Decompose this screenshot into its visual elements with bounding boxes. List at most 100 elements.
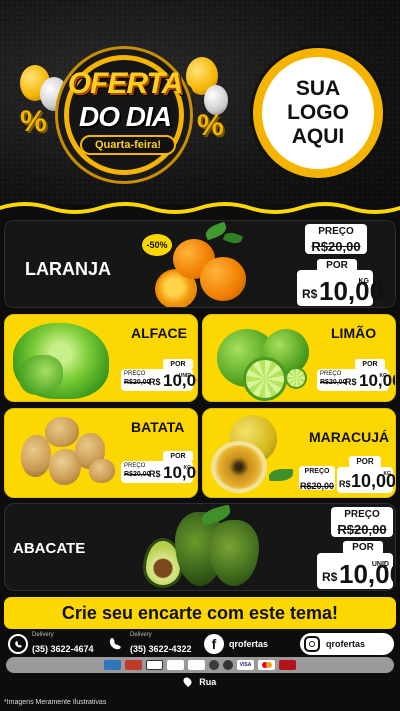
instagram-icon	[304, 636, 320, 652]
facebook-handle: qrofertas	[229, 638, 269, 649]
old-price-value: R$20,00	[337, 522, 387, 537]
product-card-maracuja[interactable]: MARACUJÁ PREÇO R$20,00 POR R$ 10,00 KG	[202, 408, 396, 498]
payment-methods-bar: VISA	[6, 657, 394, 673]
old-price-label: PREÇO	[344, 509, 380, 520]
offer-badge: % % OFERTA DO DIA Quarta-feira!	[14, 45, 229, 185]
whatsapp-number: (35) 3622-4674	[32, 643, 94, 654]
leaf-image	[269, 469, 293, 481]
old-price-value: R$20,00	[124, 471, 151, 478]
price-value: 10,00	[359, 371, 395, 390]
visa-icon: VISA	[237, 660, 254, 670]
phone-icon	[106, 634, 126, 654]
location-pin-icon	[181, 675, 193, 688]
price-unit: KG	[379, 373, 388, 379]
phone-number: (35) 3622-4322	[130, 643, 192, 654]
percent-icon: %	[197, 109, 224, 142]
old-price-box: PREÇO R$20,00	[331, 507, 393, 537]
whatsapp-icon	[8, 634, 28, 654]
phone-contact[interactable]: Delivery (35) 3622-4322	[106, 632, 192, 656]
price-value: 10,00	[163, 463, 197, 482]
hipercard-icon	[279, 660, 296, 670]
old-price-box: PREÇO R$20,00	[299, 466, 335, 491]
price-value: 10,00	[319, 276, 385, 306]
potato-image	[89, 459, 115, 483]
logo-text-line: LOGO	[287, 101, 349, 124]
delivery-label: Delivery	[32, 631, 54, 638]
product-name: MARACUJÁ	[309, 429, 390, 445]
percent-icon: %	[20, 105, 47, 138]
old-price-value: R$20,00	[124, 379, 151, 386]
instagram-handle: qrofertas	[326, 639, 366, 649]
ticket-icon	[188, 660, 205, 670]
price-box: PREÇO R$20,00 R$ 10,00 UNID	[121, 369, 197, 391]
disclaimer: *Imagens Meramente Ilustrativas	[4, 699, 107, 706]
price-currency: R$	[302, 287, 318, 301]
badge-day-ribbon: Quarta-feira!	[80, 135, 176, 155]
lime-slice-image	[243, 357, 287, 401]
promo-banner[interactable]: Crie seu encarte com este tema!	[4, 597, 396, 629]
price-unit: UNID	[178, 373, 191, 379]
product-card-limao[interactable]: LIMÃO POR PREÇO R$20,00 R$ 10,00 KG	[202, 314, 396, 402]
facebook-contact[interactable]: f qrofertas	[204, 632, 268, 656]
mastercard-icon	[258, 660, 275, 670]
old-price-box: PREÇO R$20,00	[124, 463, 150, 479]
lime-slice-image	[285, 367, 307, 389]
elo-icon	[125, 660, 142, 670]
old-price-box: PREÇO R$20,00	[320, 371, 346, 387]
old-price-value: R$20,00	[299, 481, 335, 491]
price-currency: R$	[345, 377, 357, 387]
price-unit: KG	[183, 465, 192, 471]
old-price-label: PREÇO	[124, 371, 146, 377]
price-box: PREÇO R$20,00 R$ 10,00 KG	[121, 461, 197, 483]
badge-title-do-dia: DO DIA	[79, 101, 172, 132]
leaf-image	[222, 230, 244, 246]
product-card-alface[interactable]: ALFACE POR PREÇO R$20,00 R$ 10,00 UNID	[4, 314, 198, 402]
product-card-laranja[interactable]: LARANJA -50% PREÇO R$20,00 POR R$ 10,00 …	[4, 220, 396, 308]
price-box: R$ 10,00 KG	[297, 270, 384, 306]
pix-icon	[167, 660, 184, 670]
logo-text-line: AQUI	[291, 125, 345, 148]
old-price-box: PREÇO R$20,00	[305, 224, 367, 254]
product-card-abacate[interactable]: ABACATE PREÇO R$20,00 POR R$ 10,00 UNID	[4, 503, 396, 591]
product-name: LIMÃO	[331, 325, 377, 341]
price-unit: UNID	[371, 561, 389, 568]
product-name: BATATA	[131, 419, 185, 435]
food-voucher-icon	[223, 660, 233, 670]
badge-title-oferta: OFERTA	[67, 67, 184, 100]
avocado-image	[209, 520, 259, 586]
lettuce-leaf-image	[19, 355, 63, 395]
old-price-label: PREÇO	[320, 371, 342, 377]
facebook-icon: f	[204, 634, 224, 654]
address-text: Rua	[199, 677, 217, 687]
address[interactable]: Rua	[0, 675, 400, 688]
old-price-value: R$20,00	[311, 239, 361, 254]
boleto-icon	[146, 660, 163, 670]
old-price-box: PREÇO R$20,00	[124, 371, 150, 387]
discount-badge: -50%	[142, 234, 172, 256]
product-card-batata[interactable]: BATATA POR PREÇO R$20,00 R$ 10,00 KG	[4, 408, 198, 498]
product-name: ALFACE	[131, 325, 187, 341]
logo-placeholder[interactable]: SUA LOGO AQUI	[253, 48, 383, 178]
header-wave	[0, 202, 400, 220]
instagram-contact[interactable]: qrofertas	[300, 633, 394, 655]
price-box: R$ 10,00 KG	[337, 467, 395, 493]
price-box: PREÇO R$20,00 R$ 10,00 KG	[317, 369, 395, 391]
price-currency: R$	[339, 479, 351, 489]
price-unit: KG	[358, 278, 370, 285]
delivery-label: Delivery	[130, 631, 152, 638]
passion-fruit-half-image	[211, 441, 267, 493]
price-currency: R$	[149, 377, 161, 387]
logo-text-line: SUA	[295, 77, 341, 100]
price-unit: KG	[383, 471, 392, 477]
price-currency: R$	[322, 570, 338, 584]
potato-image	[45, 417, 79, 447]
price-box: R$ 10,00 UNID	[317, 553, 395, 589]
old-price-label: PREÇO	[124, 463, 146, 469]
old-price-label: PREÇO	[304, 468, 330, 475]
orange-image	[200, 257, 246, 301]
cash-icon	[209, 660, 219, 670]
whatsapp-contact[interactable]: Delivery (35) 3622-4674	[8, 632, 94, 656]
product-name: LARANJA	[25, 259, 112, 279]
price-currency: R$	[149, 469, 161, 479]
amex-icon	[104, 660, 121, 670]
